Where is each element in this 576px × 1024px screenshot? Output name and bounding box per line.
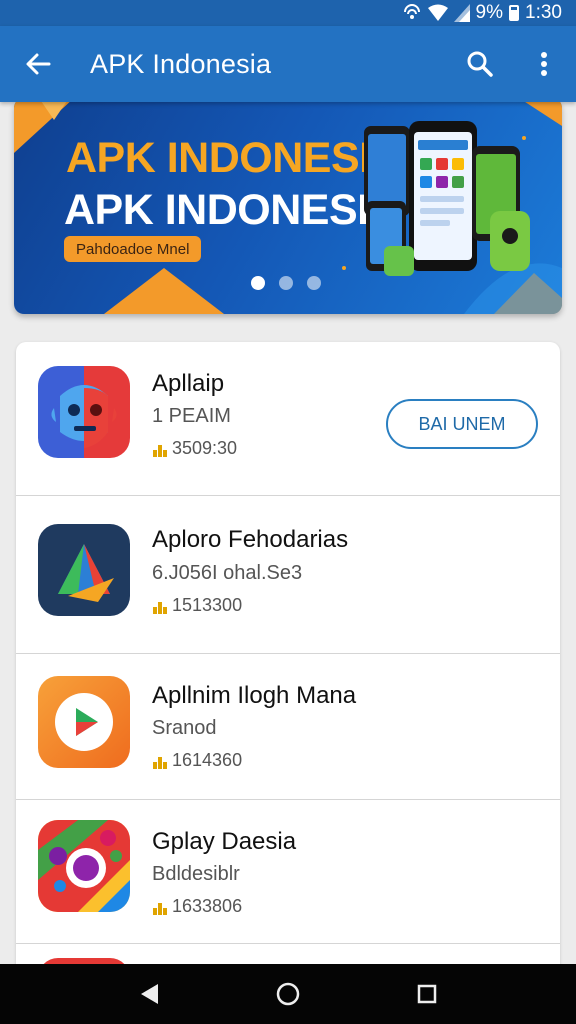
carousel-indicator[interactable] [251, 276, 321, 290]
back-arrow-icon[interactable] [0, 26, 76, 102]
battery-percent: 9% [475, 2, 504, 23]
banner-headline-white: APK INDONESIA [64, 186, 400, 234]
app-downloads: 3509:30 [152, 438, 237, 459]
app-subtitle: 6.J056I ohal.Se3 [152, 562, 303, 584]
page-title: APK Indonesia [90, 48, 272, 79]
app-icon-play [38, 676, 130, 768]
app-name: Apllaip [152, 370, 225, 397]
status-bar: 9% 1:30 [0, 0, 576, 26]
app-subtitle: Bdldesiblr [152, 863, 240, 885]
app-name: Aploro Fehodarias [152, 526, 349, 553]
download-icon [152, 899, 168, 915]
banner-headline-orange: APK INDONESIA [66, 134, 402, 182]
promo-banner[interactable]: APK INDONESIA APK INDONESIA Pahdoadoe Mn… [14, 98, 562, 314]
app-list: Apllaip 1 PEAIM 3509:30 BAI UNEM Aploro … [16, 342, 560, 992]
carousel-dot[interactable] [251, 276, 265, 290]
download-count: 3509:30 [172, 438, 238, 458]
download-count: 1614360 [172, 750, 243, 770]
install-button[interactable]: BAI UNEM [386, 399, 538, 449]
recents-square-icon[interactable] [407, 974, 447, 1014]
navigation-bar [0, 964, 576, 1024]
download-icon [152, 598, 168, 614]
hotspot-icon [402, 4, 422, 22]
wifi-icon [427, 4, 448, 22]
app-downloads: 1513300 [152, 595, 242, 616]
banner-tag: Pahdoadoe Mnel [64, 236, 202, 262]
list-item[interactable]: Apllnim Ilogh Mana Sranod 1614360 [16, 654, 560, 800]
list-item[interactable]: Gplay Daesia Bdldesiblr 1633806 [16, 800, 560, 944]
phones-illustration-icon [364, 121, 530, 276]
home-circle-icon[interactable] [268, 974, 308, 1014]
app-subtitle: 1 PEAIM [152, 405, 231, 427]
download-count: 1633806 [172, 896, 243, 916]
back-triangle-icon[interactable] [129, 974, 169, 1014]
app-icon-arrow [38, 524, 130, 616]
download-icon [152, 441, 168, 457]
carousel-dot[interactable] [307, 276, 321, 290]
download-icon [152, 753, 168, 769]
battery-icon [509, 5, 520, 21]
clock: 1:30 [525, 2, 562, 23]
app-icon-face [38, 366, 130, 458]
carousel-dot[interactable] [279, 276, 293, 290]
overflow-menu-icon[interactable] [512, 26, 576, 102]
search-icon[interactable] [448, 26, 512, 102]
download-count: 1513300 [172, 595, 243, 615]
app-downloads: 1614360 [152, 750, 242, 771]
app-name: Apllnim Ilogh Mana [152, 682, 357, 709]
app-subtitle: Sranod [152, 717, 217, 739]
signal-icon [453, 4, 470, 22]
app-name: Gplay Daesia [152, 828, 297, 855]
app-downloads: 1633806 [152, 896, 242, 917]
list-item[interactable]: Apllaip 1 PEAIM 3509:30 BAI UNEM [16, 342, 560, 496]
app-icon-colorful [38, 820, 130, 912]
app-bar: APK Indonesia [0, 26, 576, 102]
list-item[interactable]: Aploro Fehodarias 6.J056I ohal.Se3 15133… [16, 496, 560, 654]
